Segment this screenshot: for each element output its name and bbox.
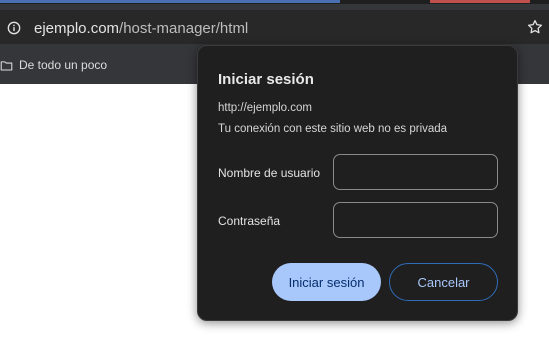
dialog-origin: http://ejemplo.com (218, 102, 312, 114)
username-label: Nombre de usuario (218, 166, 321, 180)
star-icon-glyph (527, 19, 543, 34)
active-tab-indicator[interactable] (0, 0, 340, 3)
dialog-connection-warning: Tu conexión con este sitio web no es pri… (218, 123, 448, 135)
star-icon[interactable] (526, 18, 546, 38)
url-path: /host-manager/html (119, 20, 249, 37)
username-input[interactable] (333, 154, 498, 190)
sign-in-button[interactable]: Iniciar sesión (272, 263, 381, 301)
url-host: ejemplo.com (34, 20, 120, 37)
url-text[interactable]: ejemplo.com/host-manager/html (34, 20, 248, 37)
bookmark-label: De todo un poco (19, 58, 108, 72)
browser-toolbar: ejemplo.com/host-manager/html (0, 4, 549, 46)
info-icon[interactable] (4, 18, 24, 38)
cancel-button[interactable]: Cancelar (389, 263, 498, 301)
sign-in-dialog: Iniciar sesión http://ejemplo.com Tu con… (197, 45, 518, 321)
info-icon-glyph (7, 21, 21, 35)
tab-indicator[interactable] (430, 0, 530, 3)
bookmark-folder-item[interactable]: De todo un poco (0, 54, 107, 76)
address-bar[interactable]: ejemplo.com/host-manager/html (0, 10, 549, 44)
password-label: Contraseña (218, 214, 281, 228)
password-input[interactable] (333, 202, 498, 238)
dialog-title: Iniciar sesión (218, 71, 314, 88)
folder-icon (0, 60, 13, 70)
